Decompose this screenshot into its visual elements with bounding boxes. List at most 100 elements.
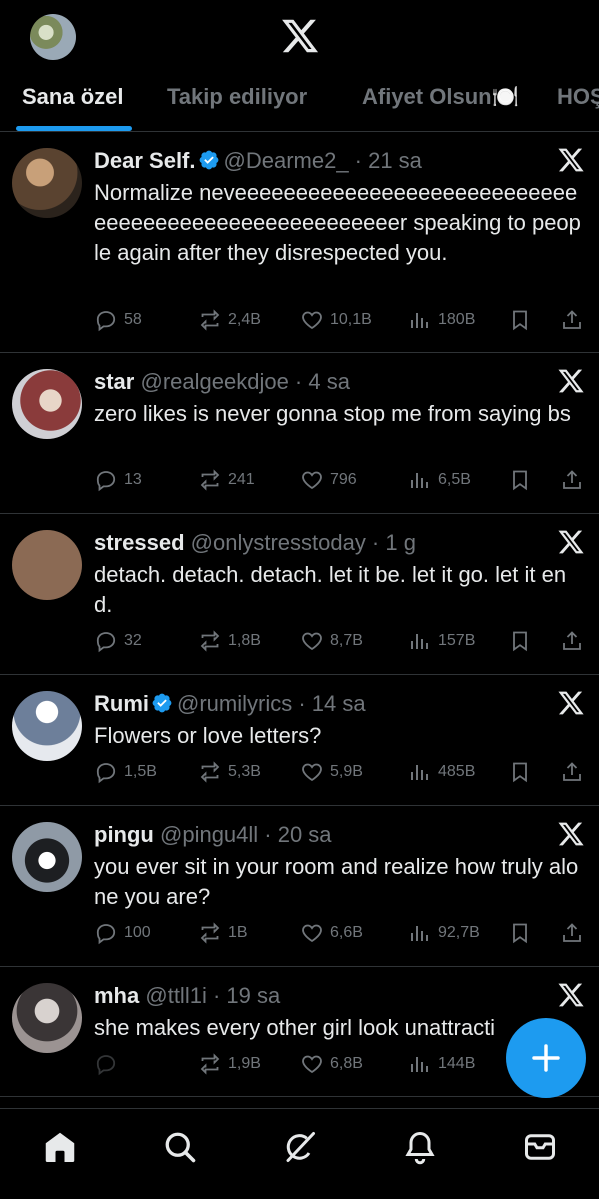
view-count: 485B xyxy=(438,763,476,780)
author-handle-time[interactable]: @Dearme2_ · 21 sa xyxy=(224,148,422,173)
x-brand-icon[interactable] xyxy=(557,367,585,395)
bookmark-button[interactable] xyxy=(508,468,532,492)
bookmark-button[interactable] xyxy=(508,629,532,653)
author-handle-time[interactable]: @pingu4ll · 20 sa xyxy=(160,822,332,847)
share-icon xyxy=(563,923,581,942)
views-icon xyxy=(411,634,428,649)
author-handle-time[interactable]: @onlystresstoday · 1 g xyxy=(191,530,416,555)
like-count: 6,8B xyxy=(330,1055,363,1072)
author-name[interactable]: stressed xyxy=(94,530,185,555)
repost-button[interactable]: 5,3B xyxy=(198,760,261,784)
tab-hos[interactable]: HOŞ xyxy=(557,84,599,110)
plus-icon xyxy=(532,1044,560,1072)
bookmark-button[interactable] xyxy=(508,308,532,332)
like-button[interactable]: 6,6B xyxy=(300,921,363,945)
like-button[interactable]: 796 xyxy=(300,468,357,492)
views-button[interactable]: 485B xyxy=(408,760,475,784)
x-brand-icon[interactable] xyxy=(557,689,585,717)
share-button[interactable] xyxy=(560,629,584,653)
bookmark-button[interactable] xyxy=(508,760,532,784)
bookmark-icon xyxy=(513,631,527,652)
tab-following[interactable]: Takip ediliyor xyxy=(167,84,307,110)
avatar[interactable] xyxy=(12,369,82,439)
repost-button[interactable]: 1,9B xyxy=(198,1052,261,1076)
avatar[interactable] xyxy=(12,983,82,1053)
x-brand-icon[interactable] xyxy=(557,528,585,556)
tweet[interactable]: star @realgeekdjoe · 4 sa zero likes is … xyxy=(0,353,599,514)
share-button[interactable] xyxy=(560,468,584,492)
share-button[interactable] xyxy=(560,921,584,945)
notifications-icon[interactable] xyxy=(402,1129,438,1165)
author-name[interactable]: pingu xyxy=(94,822,154,847)
views-button[interactable]: 92,7B xyxy=(408,921,480,945)
repost-count: 2,4B xyxy=(228,311,261,328)
reply-button[interactable] xyxy=(94,1052,124,1076)
share-button[interactable] xyxy=(560,760,584,784)
tab-afiyet-olsun[interactable]: Afiyet Olsun🍽️ xyxy=(362,84,519,110)
author-handle-time[interactable]: @rumilyrics · 14 sa xyxy=(177,691,366,716)
search-icon[interactable] xyxy=(162,1129,198,1165)
author-name[interactable]: Dear Self. xyxy=(94,148,196,173)
repost-icon xyxy=(200,761,220,783)
tweet-text: Normalize neveeeeeeeeeeeeeeeeeeeeeeeeeee… xyxy=(94,180,581,265)
like-button[interactable]: 5,9B xyxy=(300,760,363,784)
timeline-feed[interactable]: Dear Self. @Dearme2_ · 21 sa Normalize ne… xyxy=(0,132,599,1097)
author-handle-time[interactable]: @ttll1i · 19 sa xyxy=(145,983,280,1008)
bookmark-icon xyxy=(513,470,527,491)
repost-count: 5,3B xyxy=(228,763,261,780)
like-button[interactable]: 10,1B xyxy=(300,308,372,332)
avatar[interactable] xyxy=(12,148,82,218)
views-button[interactable]: 6,5B xyxy=(408,468,471,492)
views-button[interactable]: 157B xyxy=(408,629,475,653)
bookmark-icon xyxy=(513,762,527,783)
reply-button[interactable]: 100 xyxy=(94,921,151,945)
avatar[interactable] xyxy=(12,530,82,600)
author-name[interactable]: star xyxy=(94,369,134,394)
repost-button[interactable]: 1,8B xyxy=(198,629,261,653)
repost-button[interactable]: 2,4B xyxy=(198,308,261,332)
reply-button[interactable]: 1,5B xyxy=(94,760,157,784)
tweet[interactable]: stressed @onlystresstoday · 1 g detach. … xyxy=(0,514,599,675)
reply-button[interactable]: 13 xyxy=(94,468,142,492)
reply-button[interactable]: 58 xyxy=(94,308,142,332)
like-count: 5,9B xyxy=(330,763,363,780)
tweet[interactable]: Rumi @rumilyrics · 14 sa Flowers or love … xyxy=(0,675,599,806)
repost-button[interactable]: 1B xyxy=(198,921,248,945)
views-icon xyxy=(411,1057,428,1072)
bookmark-button[interactable] xyxy=(508,921,532,945)
home-icon[interactable] xyxy=(42,1129,78,1165)
view-count: 92,7B xyxy=(438,924,480,941)
grok-icon[interactable] xyxy=(282,1129,318,1165)
share-button[interactable] xyxy=(560,308,584,332)
repost-count: 1,8B xyxy=(228,632,261,649)
views-button[interactable]: 180B xyxy=(408,308,475,332)
like-button[interactable]: 6,8B xyxy=(300,1052,363,1076)
active-tab-indicator xyxy=(16,126,132,131)
messages-icon[interactable] xyxy=(522,1129,558,1165)
repost-button[interactable]: 241 xyxy=(198,468,255,492)
tweet-header: stressed @onlystresstoday · 1 g xyxy=(94,530,416,556)
like-button[interactable]: 8,7B xyxy=(300,629,363,653)
x-logo-icon[interactable] xyxy=(280,16,320,56)
profile-avatar[interactable] xyxy=(30,14,76,60)
x-brand-icon[interactable] xyxy=(557,981,585,1009)
tab-for-you[interactable]: Sana özel xyxy=(22,84,123,110)
compose-post-button[interactable] xyxy=(506,1018,586,1098)
reply-button[interactable]: 32 xyxy=(94,629,142,653)
author-handle-time[interactable]: @realgeekdjoe · 4 sa xyxy=(140,369,349,394)
avatar[interactable] xyxy=(12,691,82,761)
x-brand-icon[interactable] xyxy=(557,820,585,848)
tweet[interactable]: Dear Self. @Dearme2_ · 21 sa Normalize ne… xyxy=(0,132,599,353)
like-count: 10,1B xyxy=(330,311,372,328)
avatar[interactable] xyxy=(12,822,82,892)
author-name[interactable]: Rumi xyxy=(94,691,149,716)
tweet[interactable]: pingu @pingu4ll · 20 sa you ever sit in … xyxy=(0,806,599,967)
x-brand-icon[interactable] xyxy=(557,146,585,174)
heart-icon xyxy=(302,311,322,330)
repost-count: 1,9B xyxy=(228,1055,261,1072)
tweet[interactable]: mha @ttll1i · 19 sa she makes every othe… xyxy=(0,967,599,1097)
repost-icon xyxy=(200,309,220,331)
author-name[interactable]: mha xyxy=(94,983,139,1008)
views-button[interactable]: 144B xyxy=(408,1052,475,1076)
reply-count: 58 xyxy=(124,311,142,328)
